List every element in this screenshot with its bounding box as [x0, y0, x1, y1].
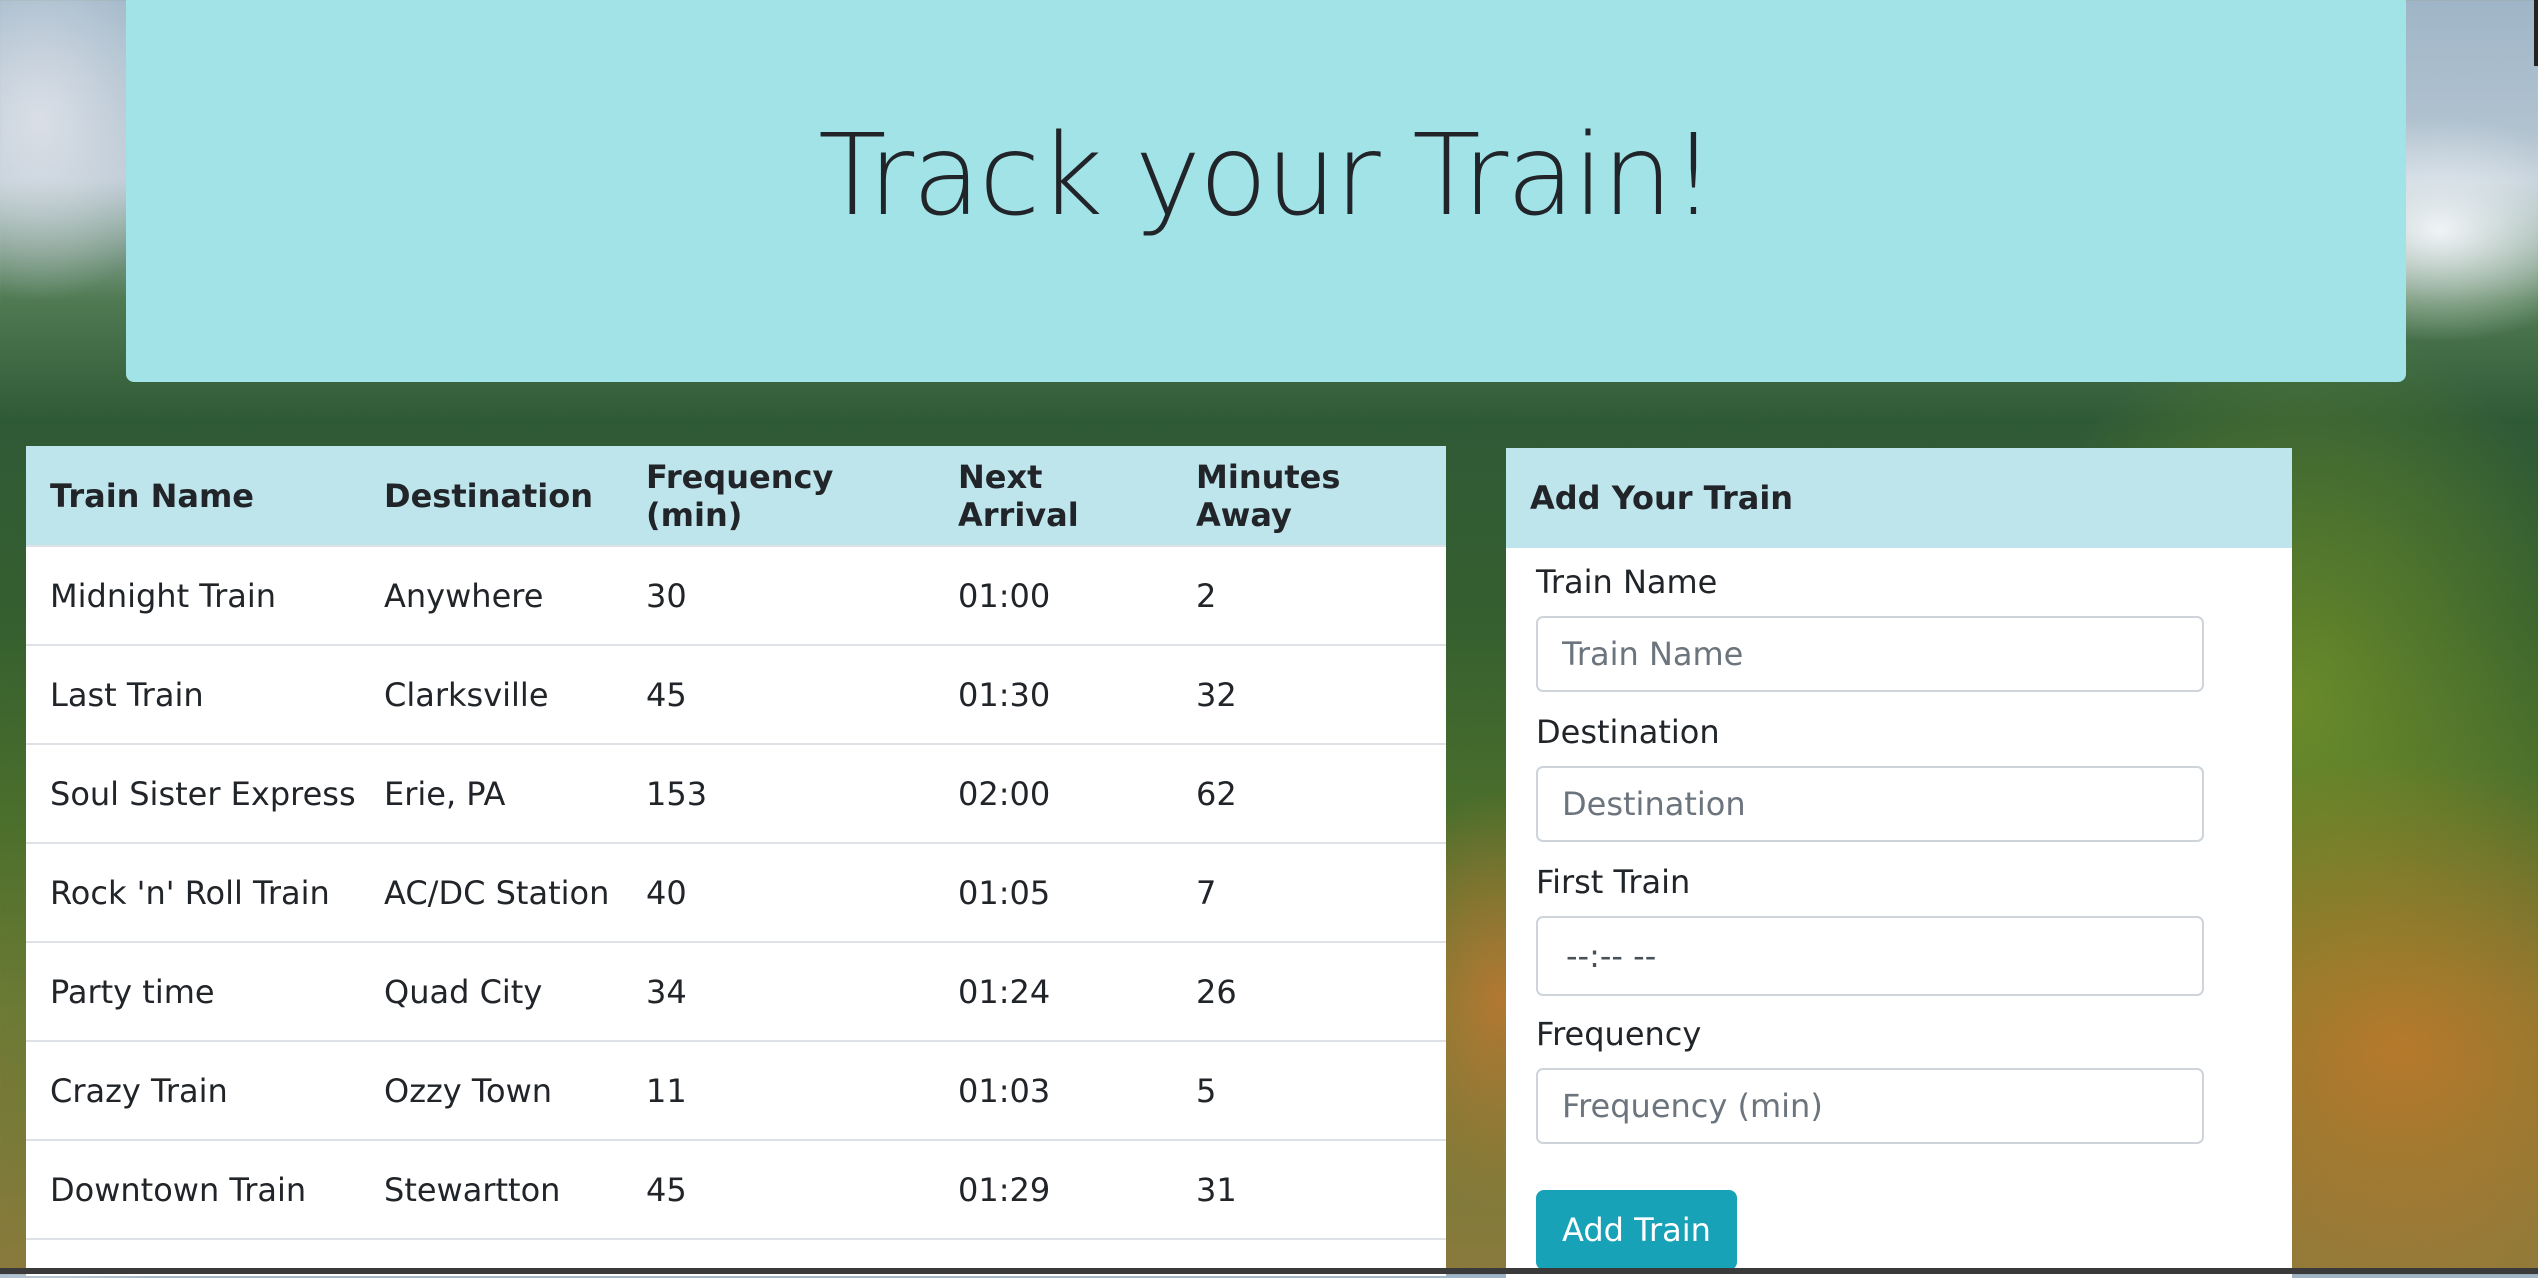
- cell-destination: AC/DC Station: [360, 842, 622, 942]
- cell-next-arrival: 01:29: [934, 1139, 1172, 1239]
- column-header-frequency: Frequency (min): [646, 457, 834, 534]
- cell-next-arrival: 01:00: [934, 545, 1172, 645]
- cell-train-name: Rock 'n' Roll Train: [26, 842, 360, 942]
- first-train-time-value: --:-- --: [1566, 937, 1657, 975]
- cell-next-arrival: 01:30: [934, 644, 1172, 744]
- frequency-label: Frequency: [1536, 1015, 1702, 1053]
- table-row: Crazy Train Ozzy Town 11 01:03 5: [26, 1040, 1446, 1140]
- cell-train-name: Last Train: [26, 644, 360, 744]
- destination-label: Destination: [1536, 713, 1720, 751]
- column-header-train-name: Train Name: [50, 476, 254, 515]
- cell-destination: Anywhere: [360, 545, 622, 645]
- table-row: Midnight Train Anywhere 30 01:00 2: [26, 545, 1446, 645]
- cell-next-arrival: 01:24: [934, 941, 1172, 1041]
- table-row: Party time Quad City 34 01:24 26: [26, 941, 1446, 1041]
- cell-train-name: Soul Sister Express: [26, 743, 360, 843]
- cell-destination: Quad City: [360, 941, 622, 1041]
- header-banner: Track your Train!: [126, 0, 2406, 382]
- cell-minutes-away: 2: [1172, 545, 1446, 645]
- cell-destination: Stewartton: [360, 1139, 622, 1239]
- table-row: Soul Sister Express Erie, PA 153 02:00 6…: [26, 743, 1446, 843]
- table-row: Last Train Clarksville 45 01:30 32: [26, 644, 1446, 744]
- add-train-button[interactable]: Add Train: [1536, 1190, 1737, 1270]
- cell-train-name: Downtown Train: [26, 1139, 360, 1239]
- add-train-form: Train Name Destination First Train --:--…: [1506, 548, 2292, 1270]
- window-bottom-edge: [0, 1268, 2538, 1274]
- cell-destination: Ozzy Town: [360, 1040, 622, 1140]
- cell-frequency: 45: [622, 1139, 934, 1239]
- first-train-time-input[interactable]: --:-- --: [1536, 916, 2204, 996]
- cell-frequency: 34: [622, 941, 934, 1041]
- cell-frequency: 45: [622, 644, 934, 744]
- cell-train-name: Midnight Train: [26, 545, 360, 645]
- column-header-next-arrival: Next Arrival: [958, 457, 1079, 534]
- frequency-input[interactable]: [1536, 1068, 2204, 1144]
- cell-next-arrival: 01:03: [934, 1040, 1172, 1140]
- train-name-input[interactable]: [1536, 616, 2204, 692]
- cell-train-name: Party time: [26, 941, 360, 1041]
- table-row: Rock 'n' Roll Train AC/DC Station 40 01:…: [26, 842, 1446, 942]
- cell-frequency: 30: [622, 545, 934, 645]
- train-schedule-table: Train Name Destination Frequency (min) N…: [26, 446, 1446, 1276]
- cell-next-arrival: 01:05: [934, 842, 1172, 942]
- cell-destination: Erie, PA: [360, 743, 622, 843]
- scroll-indicator: [2534, 0, 2538, 66]
- cell-minutes-away: 31: [1172, 1139, 1446, 1239]
- page-title: Track your Train!: [818, 111, 1716, 241]
- train-name-label: Train Name: [1536, 563, 1718, 601]
- cell-minutes-away: 5: [1172, 1040, 1446, 1140]
- cell-frequency: 40: [622, 842, 934, 942]
- cell-minutes-away: 62: [1172, 743, 1446, 843]
- cell-minutes-away: 7: [1172, 842, 1446, 942]
- column-header-destination: Destination: [384, 476, 593, 515]
- cell-destination: Clarksville: [360, 644, 622, 744]
- destination-input[interactable]: [1536, 766, 2204, 842]
- add-train-card: Add Your Train Train Name Destination Fi…: [1506, 448, 2292, 1278]
- cell-next-arrival: 02:00: [934, 743, 1172, 843]
- column-header-minutes-away: Minutes Away: [1196, 457, 1341, 534]
- cell-minutes-away: 32: [1172, 644, 1446, 744]
- first-train-label: First Train: [1536, 863, 1691, 901]
- table-header-row: Train Name Destination Frequency (min) N…: [26, 446, 1446, 546]
- add-train-card-header: Add Your Train: [1506, 448, 2292, 548]
- cell-minutes-away: 26: [1172, 941, 1446, 1041]
- table-row: Downtown Train Stewartton 45 01:29 31: [26, 1139, 1446, 1239]
- cell-train-name: Crazy Train: [26, 1040, 360, 1140]
- table-row-spacer: [26, 1238, 1446, 1270]
- cell-frequency: 153: [622, 743, 934, 843]
- cell-frequency: 11: [622, 1040, 934, 1140]
